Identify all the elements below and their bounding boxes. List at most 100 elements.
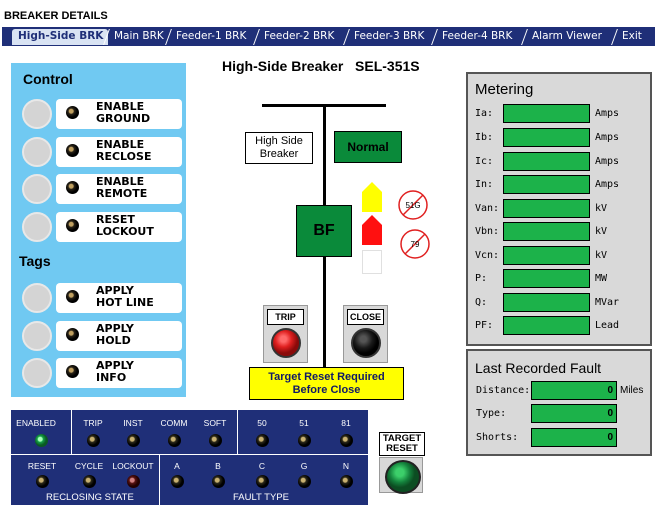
- apply-hot-line-button[interactable]: APPLY HOT LINE: [56, 283, 182, 313]
- enable-remote-button[interactable]: ENABLE REMOTE: [56, 174, 182, 204]
- meter-name: Vcn:: [475, 250, 500, 261]
- enable-remote-indicator: [22, 174, 52, 204]
- led-icon: [66, 290, 79, 303]
- meter-row: Ic: Amps: [468, 152, 650, 172]
- meter-value-box: [503, 104, 590, 123]
- tab-main-brk[interactable]: Main BRK: [108, 29, 170, 45]
- apply-info-label: APPLY INFO: [96, 359, 134, 384]
- breaker-title: High-Side Breaker SEL-351S: [222, 58, 420, 74]
- apply-info-control: APPLY INFO: [22, 358, 182, 388]
- 81-led-icon: [340, 434, 353, 447]
- tab-alarm-viewer[interactable]: Alarm Viewer: [526, 29, 616, 45]
- tab-bar: High-Side BRK Main BRK Feeder-1 BRK Feed…: [2, 27, 655, 46]
- meter-unit: MVar: [595, 297, 620, 308]
- reset-lockout-button[interactable]: RESET LOCKOUT: [56, 212, 182, 242]
- fault-type-label: FAULT TYPE: [233, 492, 289, 503]
- meter-name: Ia:: [475, 108, 494, 119]
- meter-value-box: [503, 152, 590, 171]
- meter-value-box: [503, 222, 590, 241]
- meter-value-box: [503, 269, 590, 288]
- close-button[interactable]: CLOSE: [343, 305, 388, 363]
- status-label: TRIP: [83, 418, 103, 428]
- meter-name: Ib:: [475, 132, 494, 143]
- apply-hold-label: APPLY HOLD: [96, 322, 134, 347]
- target-reset-button[interactable]: TARGET RESET: [375, 430, 430, 494]
- control-panel: Control ENABLE GROUND ENABLE RECLOSE ENA…: [11, 63, 186, 397]
- apply-hold-control: APPLY HOLD: [22, 321, 182, 351]
- status-panel: ENABLED TRIP INST COMM SOFT 50 51 81 RES…: [11, 410, 368, 505]
- breaker-symbol[interactable]: BF: [296, 205, 352, 257]
- fault-name: Shorts:: [476, 432, 519, 443]
- fault-name: Distance:: [476, 385, 531, 396]
- fault-value: 0: [531, 404, 617, 423]
- led-icon: [66, 144, 79, 157]
- meter-row: Vcn: kV: [468, 246, 650, 266]
- relay-79-disabled-icon: 79: [400, 229, 430, 259]
- phase-a-led-icon: [171, 475, 184, 488]
- fault-row: Distance: 0 Miles: [468, 381, 650, 401]
- target-reset-warning: Target Reset Required Before Close: [249, 367, 404, 400]
- meter-name: Q:: [475, 297, 488, 308]
- info-tag-white-icon: [362, 250, 382, 274]
- meter-value-box: [503, 199, 590, 218]
- last-fault-heading: Last Recorded Fault: [475, 360, 602, 376]
- trip-label: TRIP: [267, 309, 304, 325]
- trip-knob-icon: [271, 328, 301, 358]
- phase-c-led-icon: [256, 475, 269, 488]
- trip-button[interactable]: TRIP: [263, 305, 308, 363]
- apply-hold-button[interactable]: APPLY HOLD: [56, 321, 182, 351]
- led-icon: [66, 328, 79, 341]
- meter-value-box: [503, 316, 590, 335]
- enable-reclose-button[interactable]: ENABLE RECLOSE: [56, 137, 182, 167]
- meter-value-box: [503, 128, 590, 147]
- tags-heading: Tags: [19, 253, 51, 269]
- apply-info-button[interactable]: APPLY INFO: [56, 358, 182, 388]
- apply-hot-line-indicator: [22, 283, 52, 313]
- status-label: LOCKOUT: [112, 461, 154, 471]
- led-icon: [66, 181, 79, 194]
- meter-unit: Lead: [595, 320, 620, 331]
- status-label: 51: [299, 418, 309, 428]
- meter-name: PF:: [475, 320, 494, 331]
- status-divider: [71, 410, 72, 454]
- 51-led-icon: [298, 434, 311, 447]
- meter-row: PF: Lead: [468, 316, 650, 336]
- tab-exit[interactable]: Exit: [616, 29, 652, 45]
- lockout-led-icon: [127, 475, 140, 488]
- tab-feeder-1-brk[interactable]: Feeder-1 BRK: [170, 29, 258, 45]
- metering-panel: Metering Ia: Amps Ib: Amps Ic: Amps In: …: [466, 72, 652, 346]
- metering-heading: Metering: [475, 81, 534, 98]
- apply-info-indicator: [22, 358, 52, 388]
- status-label: ENABLED: [16, 418, 56, 428]
- fault-row: Type: 0: [468, 404, 650, 424]
- enable-remote-label: ENABLE REMOTE: [96, 175, 148, 200]
- meter-row: Ia: Amps: [468, 104, 650, 124]
- meter-name: P:: [475, 273, 488, 284]
- meter-unit: Amps: [595, 132, 620, 143]
- soft-led-icon: [209, 434, 222, 447]
- tab-high-side-brk[interactable]: High-Side BRK: [12, 29, 108, 45]
- enable-ground-button[interactable]: ENABLE GROUND: [56, 99, 182, 129]
- status-label: INST: [123, 418, 143, 428]
- meter-row: In: Amps: [468, 175, 650, 195]
- meter-name: In:: [475, 179, 494, 190]
- meter-row: Q: MVar: [468, 293, 650, 313]
- meter-unit: kV: [595, 250, 608, 261]
- reclosing-state-label: RECLOSING STATE: [46, 492, 134, 503]
- tab-feeder-4-brk[interactable]: Feeder-4 BRK: [436, 29, 526, 45]
- meter-unit: Amps: [595, 108, 620, 119]
- fault-row: Shorts: 0: [468, 428, 650, 448]
- last-fault-panel: Last Recorded Fault Distance: 0 Miles Ty…: [466, 349, 652, 456]
- status-divider: [11, 454, 368, 455]
- tab-feeder-3-brk[interactable]: Feeder-3 BRK: [348, 29, 436, 45]
- meter-name: Ic:: [475, 156, 494, 167]
- tab-feeder-2-brk[interactable]: Feeder-2 BRK: [258, 29, 348, 45]
- status-label: N: [342, 461, 350, 471]
- control-heading: Control: [23, 71, 73, 87]
- relay-51g-label: 51G: [405, 201, 420, 210]
- phase-b-led-icon: [212, 475, 225, 488]
- led-icon: [66, 219, 79, 232]
- status-label: A: [174, 461, 180, 471]
- breaker-status-box: Normal: [334, 131, 402, 163]
- fault-value: 0: [531, 381, 617, 400]
